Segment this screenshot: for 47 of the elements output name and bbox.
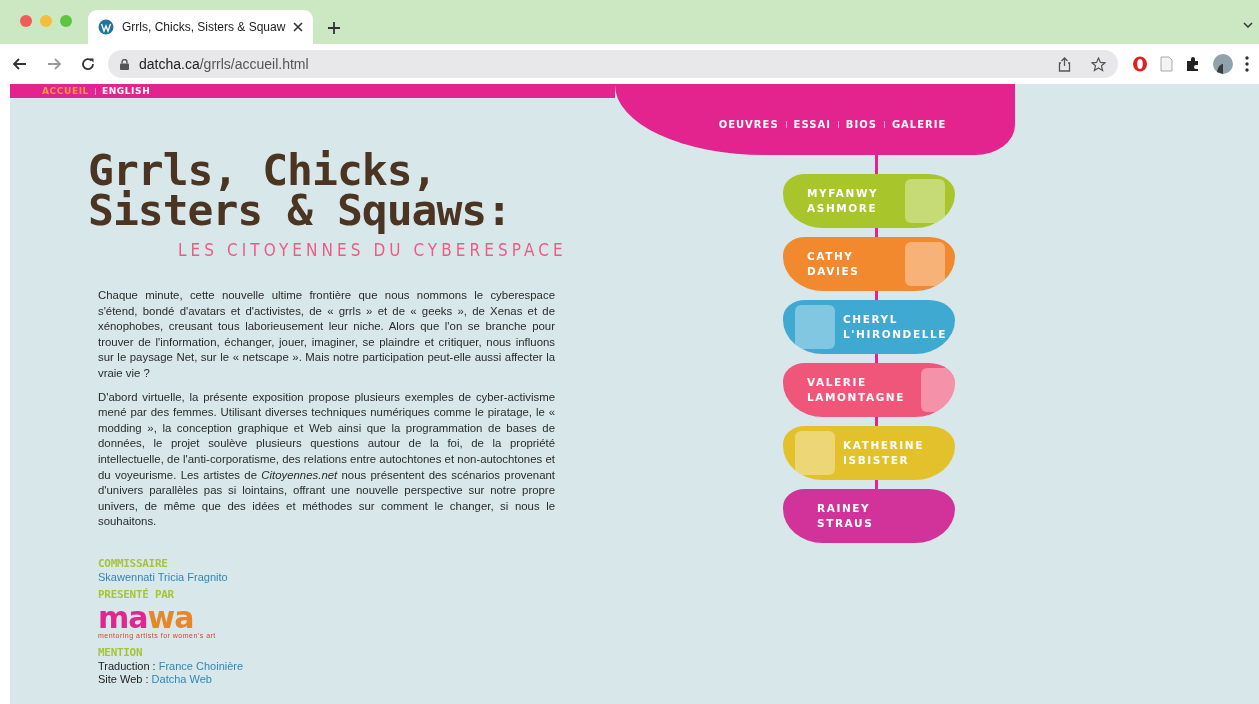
star-icon[interactable]: [1091, 56, 1106, 72]
nav-link[interactable]: GALERIE: [891, 119, 947, 130]
lock-icon: [120, 58, 129, 70]
section-label: PRESENTÉ PAR: [98, 587, 174, 602]
body-paragraph: D'abord virtuelle, la présente exposition propose plusieurs exemples de cyber-activisme mené par des femmes. Utilisant diverses techniques numériques comme le piratage, le « modding », la conception graphique et Web ainsi que la programmation de bases de données, le projet soulève plusieurs questions autour de la foi, de la propriété intellectuelle, de l'anti-corporatisme, des relations entre autochtones et non-autochtones et du voyeurisme. Les artistes de Citoyennes.net nous présentent des scénarios provenant d'univers parallèles pas si lointains, offrant une nouvelle perspective sur notre propre univers, de même que des idées et méthodes sur comment le changer, si nous le souhaitons.: [98, 389, 555, 530]
artist-link[interactable]: VALERIE LAMONTAGNE: [783, 363, 955, 417]
artist-link[interactable]: KATHERINE ISBISTER: [783, 426, 955, 480]
credit-line: Site Web : Datcha Web: [98, 672, 212, 686]
language-link[interactable]: ENGLISH: [101, 86, 151, 96]
artist-link[interactable]: CATHY DAVIES: [783, 237, 955, 291]
puzzle-icon[interactable]: [1185, 56, 1201, 72]
language-link[interactable]: ACCUEIL: [42, 86, 89, 96]
mawa-logo[interactable]: mawa: [98, 603, 194, 632]
artist-link[interactable]: MYFANWY ASHMORE: [783, 174, 955, 228]
section-label: COMMISSAIRE: [98, 556, 168, 571]
share-icon[interactable]: [1058, 56, 1071, 72]
close-icon[interactable]: [293, 22, 304, 32]
nav-link[interactable]: BIOS: [845, 119, 877, 130]
photo-placeholder: [905, 242, 945, 286]
new-tab-icon[interactable]: [327, 21, 342, 35]
photo-placeholder: [905, 179, 945, 223]
site-subtitle: LES CITOYENNES DU CYBERESPACE: [178, 240, 568, 260]
reload-icon[interactable]: [80, 56, 96, 72]
photo-placeholder: [795, 305, 835, 349]
nav-link[interactable]: ESSAI: [793, 119, 831, 130]
browser-tab[interactable]: Grrls, Chicks, Sisters & Squaw: [88, 10, 314, 44]
chevron-down-icon[interactable]: [1243, 22, 1253, 29]
credit-link[interactable]: France Choinière: [158, 659, 244, 672]
credit-line: Traduction : France Choinière: [98, 659, 244, 673]
address-bar[interactable]: datcha.ca/grrls/accueil.html: [108, 50, 1118, 78]
body-paragraph: Chaque minute, cette nouvelle ultime frontière que nous nommons le cyberespace s'étend, bondé d'avatars et d'activistes, de « grrls » et de « geeks », de Xenas et de xénophobes, creusant tous laborieusement leur niche. Alors que l'on se branche pour trouver de l'information, échanger, jouer, imaginer, se plaindre et critiquer, nous influons sur le paysage Net, sur le « netscape ». Mais notre participation peut-elle aussi affecter la vraie vie ?: [98, 288, 555, 381]
artist-link[interactable]: RAINEY STRAUS: [783, 489, 955, 543]
site-title: Grrls, Chicks,: [88, 150, 437, 190]
photo-placeholder: [921, 368, 955, 412]
profile-avatar-icon[interactable]: [1213, 54, 1233, 74]
section-label: MENTION: [98, 645, 143, 660]
artist-link[interactable]: CHERYL L'HIRONDELLE: [783, 300, 955, 354]
extension-icon[interactable]: [1132, 56, 1148, 72]
wordpress-logo-icon: [98, 19, 114, 35]
back-icon[interactable]: [12, 56, 28, 72]
curator-link[interactable]: Skawennati Tricia Fragnito: [98, 570, 228, 583]
forward-icon[interactable]: [46, 56, 62, 72]
photo-placeholder: [795, 431, 835, 475]
credit-link[interactable]: Datcha Web: [151, 672, 212, 685]
nav-link[interactable]: OEUVRES: [718, 119, 779, 130]
close-window-icon[interactable]: [20, 15, 32, 27]
menu-icon[interactable]: [1245, 56, 1249, 72]
